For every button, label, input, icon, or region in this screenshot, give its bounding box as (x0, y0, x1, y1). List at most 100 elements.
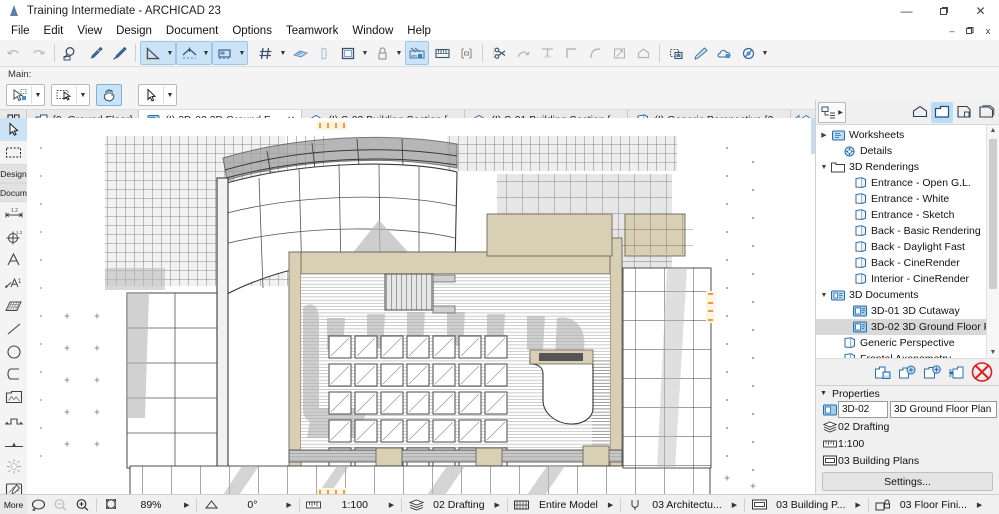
scale-arrow[interactable]: ▶ (385, 501, 398, 509)
home-icon[interactable] (632, 42, 654, 64)
orientation-arrow[interactable]: ▶ (282, 501, 295, 509)
new-folder-icon[interactable] (921, 362, 943, 383)
snap-guide-icon[interactable] (214, 42, 236, 64)
dashed-select-dropdown[interactable]: ▼ (76, 86, 89, 104)
area-icon[interactable] (455, 42, 477, 64)
tree-item-back-daylight-fast[interactable]: Back - Daylight Fast (816, 239, 987, 255)
settings-button[interactable]: Settings... (822, 472, 993, 491)
scale-field[interactable]: 1:100 ▶ (303, 495, 398, 514)
tree-item-entrance-open-gl[interactable]: Entrance - Open G.L. (816, 175, 987, 191)
cut-planes-icon[interactable] (289, 42, 311, 64)
menu-file[interactable]: File (4, 24, 37, 38)
menu-help[interactable]: Help (400, 24, 438, 38)
toolbox-group-document[interactable]: Docum (0, 183, 27, 202)
grid-icon[interactable] (255, 42, 277, 64)
menu-edit[interactable]: Edit (37, 24, 71, 38)
delete-view-icon[interactable] (971, 362, 993, 383)
tree-item-3d-01-3d-cutaway[interactable]: 3D-01 3D Cutaway (816, 303, 987, 319)
save-view-icon[interactable] (871, 362, 893, 383)
doc-close-button[interactable]: x (979, 22, 997, 40)
magnifier-params-icon[interactable] (60, 42, 82, 64)
arrow-marquee-icon-box[interactable]: ▼ (6, 84, 45, 106)
tree-item-generic-perspective[interactable]: Generic Perspective (816, 335, 987, 351)
orbit-icon[interactable] (27, 495, 49, 514)
navigator-tab-layout-book[interactable] (953, 102, 975, 123)
property-scale[interactable]: 1:100 (816, 435, 999, 452)
structure-display-field[interactable]: Entire Model ▶ (511, 495, 617, 514)
chevron-right-icon[interactable]: ▶ (818, 131, 830, 139)
floor-plan-3d-document-canvas[interactable] (27, 118, 816, 495)
adjust-icon[interactable] (512, 42, 534, 64)
tree-item-frontal-axonometry[interactable]: Frontal Axonometry (816, 351, 987, 358)
tool-elevation[interactable] (0, 432, 27, 455)
ruler-icon[interactable] (431, 42, 453, 64)
navigator-tab-project-map[interactable] (909, 102, 931, 123)
tool-line[interactable] (0, 317, 27, 340)
properties-header[interactable]: ▼ Properties (816, 386, 999, 401)
syringe-icon[interactable] (108, 42, 130, 64)
tool-section[interactable] (0, 409, 27, 432)
grid-dropdown[interactable]: ▼ (278, 42, 288, 64)
tool-worksheet[interactable] (0, 478, 27, 495)
navigator-menu-button[interactable]: ▶ (818, 101, 846, 123)
structure-display-arrow[interactable]: ▶ (604, 501, 617, 509)
redo-button[interactable] (27, 42, 49, 64)
dashed-select-icon-box[interactable]: ▼ (51, 84, 90, 106)
resize-icon[interactable] (608, 42, 630, 64)
navigator-tree-scrollbar[interactable]: ▲ ▼ (986, 125, 999, 358)
clone-folder-icon[interactable] (946, 362, 968, 383)
status-more-button[interactable]: More (0, 495, 27, 514)
scroll-up-arrow[interactable]: ▲ (990, 125, 997, 136)
graphic-override-arrow[interactable]: ▶ (973, 501, 986, 509)
model-view-options-field[interactable]: 03 Building P... ▶ (748, 495, 865, 514)
snap-points-dropdown[interactable]: ▼ (201, 42, 211, 64)
chevron-down-icon[interactable]: ▼ (820, 390, 827, 397)
menu-options[interactable]: Options (225, 24, 279, 38)
zoom-level-field[interactable]: 89% ▶ (122, 495, 193, 514)
snap-guides-dropdown[interactable]: ▼ (237, 42, 247, 64)
chevron-down-icon[interactable]: ▼ (818, 164, 830, 171)
menu-window[interactable]: Window (345, 24, 400, 38)
model-view-options-arrow[interactable]: ▶ (851, 501, 864, 509)
scroll-down-arrow[interactable]: ▼ (990, 347, 997, 358)
pencil-3d-icon[interactable] (689, 42, 711, 64)
tree-item-entrance-sketch[interactable]: Entrance - Sketch (816, 207, 987, 223)
graphic-override-field[interactable]: 03 Floor Fini... ▶ (872, 495, 987, 514)
tree-item-3d-renderings[interactable]: ▼ 3D Renderings (816, 159, 987, 175)
navigator-menu-arrow[interactable]: ▶ (838, 109, 843, 116)
navigator-tab-view-map[interactable] (931, 101, 953, 123)
zoom-out-icon[interactable] (49, 495, 71, 514)
eyedropper-icon[interactable] (84, 42, 106, 64)
corner-icon[interactable] (560, 42, 582, 64)
arrow-marquee-dropdown[interactable]: ▼ (31, 86, 44, 104)
tool-circle[interactable] (0, 340, 27, 363)
close-button[interactable]: ✕ (962, 0, 999, 22)
chevron-down-icon[interactable]: ▼ (818, 292, 830, 299)
penset-field[interactable]: 03 Architectu... ▶ (624, 495, 741, 514)
navigator-tree-container[interactable]: ▶ Worksheets Details ▼ 3D Renderings Entrance… (816, 124, 999, 358)
frame-icon[interactable] (337, 42, 359, 64)
frame-dropdown[interactable]: ▼ (360, 42, 370, 64)
doc-restore-button[interactable] (961, 22, 979, 40)
tool-label[interactable]: 1 (0, 271, 27, 294)
cursor-arrow-icon-box[interactable]: ▼ (138, 84, 177, 106)
canvas-marker-right[interactable] (706, 291, 715, 323)
tree-item-details[interactable]: Details (816, 143, 987, 159)
menu-teamwork[interactable]: Teamwork (279, 24, 345, 38)
property-id-field[interactable]: 3D-02 (838, 401, 888, 418)
menu-view[interactable]: View (70, 24, 109, 38)
tool-dimension[interactable]: 1.2 (0, 202, 27, 225)
orientation-field[interactable]: 0° ▶ (200, 495, 295, 514)
padlock-icon[interactable] (371, 42, 393, 64)
cursor-arrow-dropdown[interactable]: ▼ (163, 86, 176, 104)
tree-item-interior-cinerender[interactable]: Interior - CineRender (816, 271, 987, 287)
tool-figure[interactable] (0, 386, 27, 409)
tool-text[interactable] (0, 248, 27, 271)
sheet-icon[interactable] (313, 42, 335, 64)
solid-ops-icon[interactable] (665, 42, 687, 64)
undo-button[interactable] (3, 42, 25, 64)
tree-item-3d-documents[interactable]: ▼ 3D Documents (816, 287, 987, 303)
tree-item-entrance-white[interactable]: Entrance - White (816, 191, 987, 207)
fit-window-icon[interactable] (100, 495, 122, 514)
canvas-marker-top[interactable] (317, 121, 347, 130)
